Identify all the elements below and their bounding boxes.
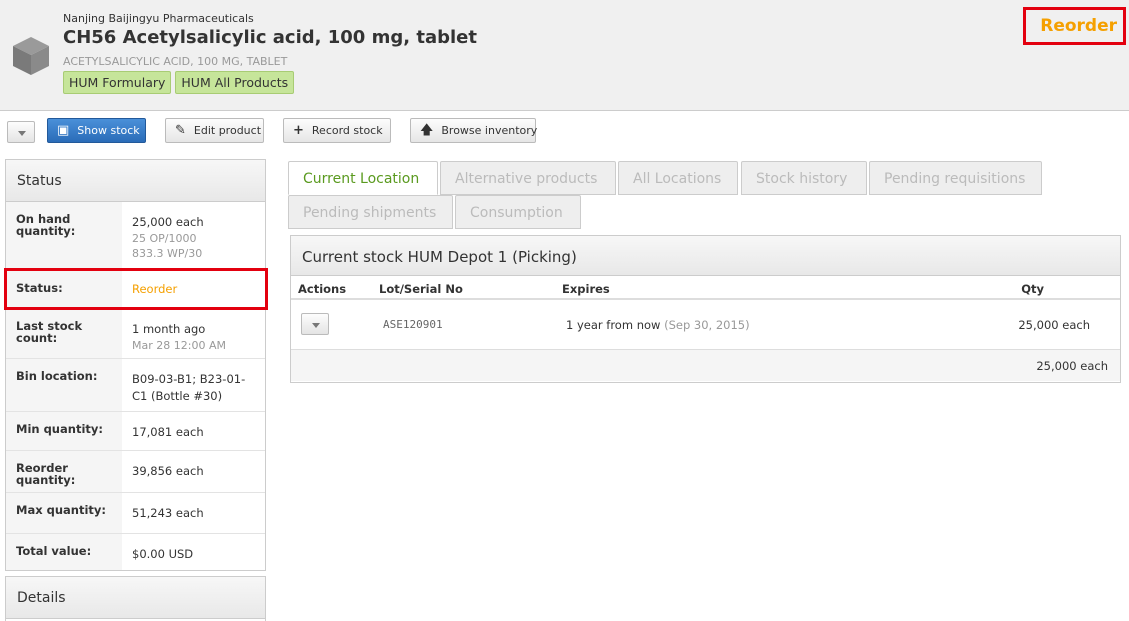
table-total-row: 25,000 each (291, 350, 1120, 381)
tag-hum-all-products[interactable]: HUM All Products (175, 71, 295, 94)
column-qty: Qty (1021, 282, 1044, 296)
column-lot: Lot/Serial No (379, 282, 463, 296)
tab-pending-requisitions[interactable]: Pending requisitions (869, 161, 1042, 195)
on-hand-bottles: 833.3 WP/30 (132, 247, 203, 260)
actions-dropdown-button[interactable] (7, 121, 35, 143)
last-count-relative: 1 month ago (132, 322, 206, 336)
table-header: Actions Lot/Serial No Expires Qty (291, 276, 1120, 300)
qty-value: 25,000 each (1018, 318, 1090, 332)
column-expires: Expires (562, 282, 610, 296)
action-toolbar: ▣ Show stock ✎ Edit product + Record sto… (0, 118, 1129, 146)
on-hand-packs: 25 OP/1000 (132, 232, 197, 245)
on-hand-value: 25,000 each (132, 215, 204, 229)
status-label: Min quantity: (6, 412, 122, 450)
browse-inventory-button[interactable]: 🡅 Browse inventory (410, 118, 538, 143)
stock-card-icon: ▣ (57, 123, 70, 138)
status-value: 39,856 each (132, 464, 204, 478)
status-row-total-value: Total value: $0.00 USD (6, 534, 265, 570)
status-row-min-quantity: Min quantity: 17,081 each (6, 412, 265, 451)
product-header: Nanjing Baijingyu Pharmaceuticals CH56 A… (0, 0, 1129, 111)
status-row-on-hand: On hand quantity: 25,000 each 25 OP/1000… (6, 202, 265, 269)
browse-inventory-label: Browse inventory (441, 124, 538, 137)
row-actions-dropdown[interactable] (301, 313, 329, 335)
edit-product-label: Edit product (193, 124, 262, 137)
edit-product-button[interactable]: ✎ Edit product (165, 118, 264, 143)
generic-name: ACETYLSALICYLIC ACID, 100 MG, TABLET (63, 55, 288, 68)
status-row-status: Status: Reorder (6, 269, 265, 309)
table-row: ASE120901 1 year from now (Sep 30, 2015)… (291, 300, 1120, 350)
status-value: 25,000 each 25 OP/1000 833.3 WP/30 (122, 202, 265, 268)
status-label: Status: (6, 269, 122, 308)
status-value: 1 month ago Mar 28 12:00 AM (122, 309, 265, 358)
last-count-date: Mar 28 12:00 AM (132, 339, 226, 352)
status-row-last-count: Last stock count: 1 month ago Mar 28 12:… (6, 309, 265, 359)
status-row-reorder-quantity: Reorder quantity: 39,856 each (6, 451, 265, 493)
supplier-name: Nanjing Baijingyu Pharmaceuticals (63, 12, 254, 25)
plus-icon: + (293, 123, 304, 138)
details-panel-title: Details (6, 577, 265, 619)
status-value: $0.00 USD (132, 547, 194, 561)
status-label: Max quantity: (6, 493, 122, 533)
status-label: Reorder quantity: (6, 451, 122, 492)
tab-consumption[interactable]: Consumption (455, 195, 581, 229)
tab-pending-shipments[interactable]: Pending shipments (288, 195, 453, 229)
product-tags: HUM Formulary HUM All Products (63, 71, 295, 94)
lot-number: ASE120901 (383, 318, 443, 331)
record-stock-label: Record stock (311, 124, 383, 137)
tag-hum-formulary[interactable]: HUM Formulary (63, 71, 172, 94)
status-row-bin-location: Bin location: B09-03-B1; B23-01-C1 (Bott… (6, 359, 265, 412)
show-stock-button[interactable]: ▣ Show stock (47, 118, 146, 143)
pencil-icon: ✎ (175, 123, 186, 138)
reorder-status-text: Reorder (1040, 16, 1117, 36)
status-label: Bin location: (6, 359, 122, 411)
tab-all-locations[interactable]: All Locations (618, 161, 738, 195)
tab-alternative-products[interactable]: Alternative products (440, 161, 616, 195)
status-panel-title: Status (6, 160, 265, 202)
status-value: B09-03-B1; B23-01-C1 (Bottle #30) (132, 372, 246, 403)
package-icon (13, 37, 49, 75)
product-title: CH56 Acetylsalicylic acid, 100 mg, table… (63, 27, 477, 48)
status-value: 51,243 each (132, 506, 204, 520)
status-row-max-quantity: Max quantity: 51,243 each (6, 493, 265, 534)
tab-current-location[interactable]: Current Location (288, 161, 438, 195)
total-qty: 25,000 each (1036, 359, 1108, 373)
status-label: Last stock count: (6, 309, 122, 358)
status-value: Reorder (132, 282, 178, 296)
status-panel: Status On hand quantity: 25,000 each 25 … (5, 159, 266, 571)
column-actions: Actions (298, 282, 347, 296)
expires-value: 1 year from now (Sep 30, 2015) (566, 318, 750, 332)
expires-date: (Sep 30, 2015) (664, 318, 750, 332)
details-panel[interactable]: Details (5, 576, 266, 621)
status-value: 17,081 each (132, 425, 204, 439)
expires-relative: 1 year from now (566, 318, 661, 332)
status-label: Total value: (6, 534, 122, 570)
reorder-status-badge: Reorder (1023, 7, 1126, 45)
tab-stock-history[interactable]: Stock history (741, 161, 867, 195)
status-label: On hand quantity: (6, 202, 122, 268)
stock-table-title: Current stock HUM Depot 1 (Picking) (291, 236, 1120, 276)
show-stock-label: Show stock (77, 124, 140, 137)
arrow-up-icon: 🡅 (420, 123, 434, 138)
record-stock-button[interactable]: + Record stock (283, 118, 391, 143)
current-stock-table: Current stock HUM Depot 1 (Picking) Acti… (290, 235, 1121, 383)
